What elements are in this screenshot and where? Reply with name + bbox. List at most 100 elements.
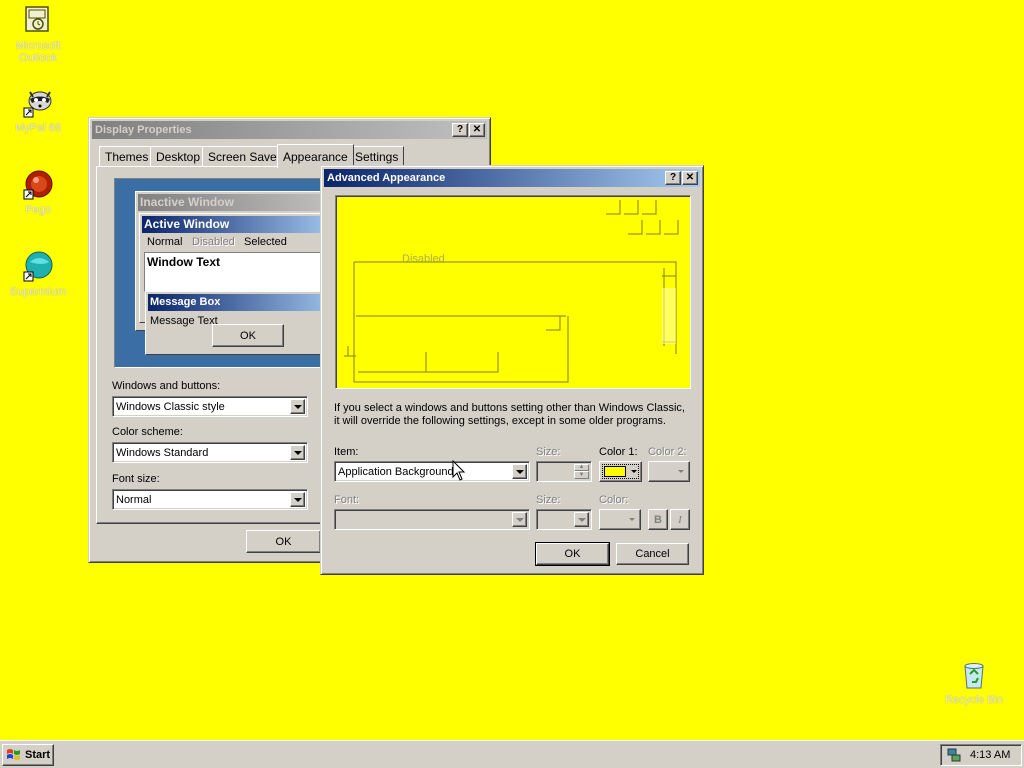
outlook-label: Microsoft Outlook <box>15 40 61 64</box>
system-tray: 4:13 AM <box>940 744 1022 766</box>
font-size-select[interactable] <box>536 509 592 530</box>
preview-message-text: Message Text <box>150 315 218 327</box>
start-button[interactable]: Start <box>2 744 54 766</box>
tab-themes[interactable]: Themes <box>99 146 155 166</box>
mouse-cursor-icon <box>452 460 466 481</box>
window-title: Display Properties <box>95 124 192 136</box>
desktop-icon-supermium[interactable]: Supermium <box>0 248 76 304</box>
mypal-icon <box>23 91 52 118</box>
font-color-label: Color: <box>599 494 629 506</box>
preview-menu-selected: Selected <box>244 236 287 248</box>
preview-inactive-title: Inactive Window <box>138 194 323 211</box>
desktop-icon-mypal[interactable]: MyPal 68 <box>0 84 76 140</box>
spinner-up-icon[interactable]: ▲ <box>574 464 589 471</box>
advanced-ok-label: OK <box>564 548 581 560</box>
italic-button[interactable]: I <box>670 509 690 530</box>
color-scheme-select[interactable]: Windows Standard <box>112 442 308 463</box>
help-button[interactable]: ? <box>452 123 468 137</box>
windows-buttons-value: Windows Classic style <box>116 400 225 413</box>
display-ok-label: OK <box>275 535 292 548</box>
preview-ok-label: OK <box>240 329 256 342</box>
color-scheme-value: Windows Standard <box>116 446 209 459</box>
font-select[interactable] <box>334 509 530 530</box>
clock[interactable]: 4:13 AM <box>970 749 1010 761</box>
tab-settings[interactable]: Settings <box>349 146 405 166</box>
preview-ok-button: OK <box>212 324 284 347</box>
bold-label: B <box>654 513 662 526</box>
window-title: Advanced Appearance <box>327 172 446 184</box>
info-line-1: If you select a windows and buttons sett… <box>334 402 685 414</box>
chevron-down-icon[interactable] <box>574 512 589 527</box>
pego-label: Pego <box>25 204 51 216</box>
network-icon[interactable] <box>946 747 962 763</box>
display-ok-button[interactable]: OK <box>246 530 321 553</box>
preview-window-outlines <box>344 200 679 383</box>
color1-picker[interactable] <box>599 461 642 482</box>
chevron-down-icon[interactable] <box>512 464 527 479</box>
chevron-down-icon <box>629 518 635 521</box>
color-scheme-label: Color scheme: <box>112 426 183 438</box>
help-button[interactable]: ? <box>665 171 681 185</box>
font-color-picker[interactable] <box>599 509 641 530</box>
supermium-icon <box>23 251 53 282</box>
advanced-cancel-button[interactable]: Cancel <box>616 543 689 565</box>
outlook-icon <box>25 6 49 32</box>
mypal-label: MyPal 68 <box>15 122 61 134</box>
chevron-down-icon <box>631 470 637 473</box>
chevron-down-icon[interactable] <box>290 492 305 507</box>
start-label: Start <box>25 749 51 761</box>
color1-label: Color 1: <box>599 446 638 458</box>
tab-label: Appearance <box>283 149 348 164</box>
font-size-label: Size: <box>536 494 561 506</box>
tab-screen-saver[interactable]: Screen Saver <box>202 146 287 166</box>
spinner-arrows[interactable]: ▲ ▼ <box>574 464 589 479</box>
chevron-down-icon[interactable] <box>512 512 527 527</box>
font-label: Font: <box>334 494 360 506</box>
color2-picker[interactable] <box>648 461 690 482</box>
preview-active-title: Active Window <box>142 216 323 233</box>
desktop-icon-pego[interactable]: Pego <box>0 166 76 222</box>
size-spinner[interactable]: ▲ ▼ <box>536 461 592 482</box>
preview-window-text-area: Window Text <box>144 252 323 292</box>
advanced-ok-button[interactable]: OK <box>535 542 610 566</box>
windows-buttons-select[interactable]: Windows Classic style <box>112 396 308 417</box>
spinner-down-icon[interactable]: ▼ <box>574 471 589 479</box>
preview-menu-disabled: Disabled <box>192 236 235 248</box>
bold-button[interactable]: B <box>648 509 668 530</box>
preview-menu-normal: Normal <box>147 236 183 248</box>
desktop-icon-outlook[interactable]: Microsoft Outlook <box>0 2 76 66</box>
color2-label: Color 2: <box>648 446 687 458</box>
advanced-appearance-titlebar[interactable]: Advanced Appearance ? ✕ <box>324 169 700 187</box>
preview-message-title: Message Box <box>148 294 323 311</box>
desktop-icon-recycle-bin[interactable]: Recycle Bin <box>936 656 1012 712</box>
supermium-label: Supermium <box>9 286 67 298</box>
chevron-down-icon[interactable] <box>290 399 305 414</box>
appearance-preview: Inactive Window Active Window Normal Dis… <box>114 178 324 368</box>
advanced-appearance-window: Advanced Appearance ? ✕ Disabled If you … <box>320 165 704 575</box>
tab-label: Desktop <box>156 149 201 164</box>
advanced-preview: Disabled <box>335 195 691 389</box>
preview-disabled-text: Disabled <box>402 253 445 265</box>
italic-label: I <box>678 513 682 526</box>
close-button[interactable]: ✕ <box>682 171 698 185</box>
font-size-select[interactable]: Normal <box>112 489 308 510</box>
chevron-down-icon[interactable] <box>290 445 305 460</box>
display-properties-titlebar[interactable]: Display Properties ? ✕ <box>92 121 487 139</box>
windows-buttons-label: Windows and buttons: <box>112 380 221 392</box>
color1-swatch <box>604 466 626 477</box>
recycle-bin-label: Recycle Bin <box>944 694 1004 706</box>
taskbar: Start 4:13 AM <box>0 740 1024 768</box>
tab-label: Settings <box>355 149 399 164</box>
item-value: Application Background <box>338 465 454 478</box>
font-size-value: Normal <box>116 493 152 506</box>
tab-desktop[interactable]: Desktop <box>150 146 207 166</box>
info-line-2: it will override the following settings,… <box>334 415 666 427</box>
item-label: Item: <box>334 446 359 458</box>
item-select[interactable]: Application Background <box>334 461 530 482</box>
tab-label: Screen Saver <box>208 149 281 164</box>
pego-icon <box>23 170 53 200</box>
preview-message-box: Message Box Message Text OK <box>145 291 323 355</box>
font-size-label: Font size: <box>112 473 160 485</box>
windows-logo-icon <box>7 749 20 760</box>
close-button[interactable]: ✕ <box>469 123 485 137</box>
